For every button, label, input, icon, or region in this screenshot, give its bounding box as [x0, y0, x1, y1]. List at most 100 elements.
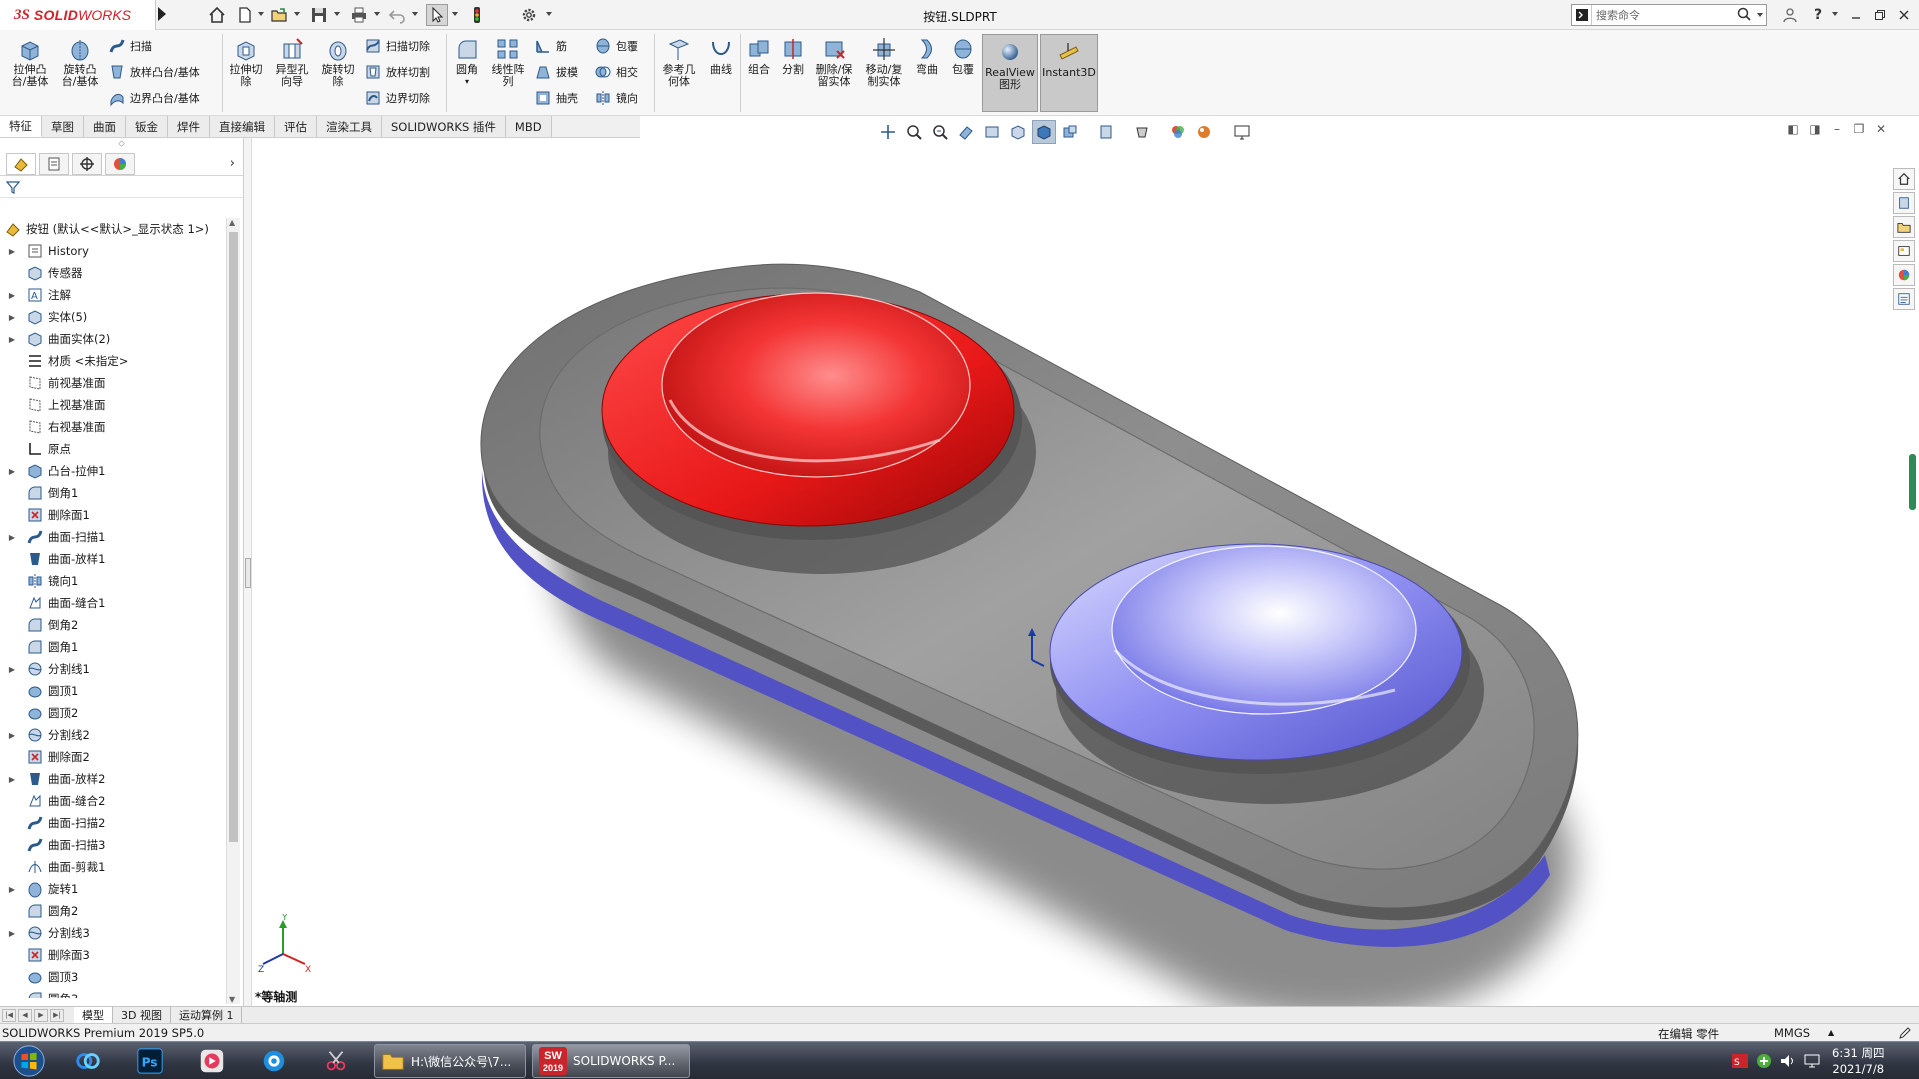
- options-dropdown-icon[interactable]: [546, 12, 552, 16]
- tree-item[interactable]: 倒角1: [0, 482, 226, 504]
- combine-button[interactable]: 组合: [744, 36, 774, 76]
- user-account-icon[interactable]: [1780, 5, 1800, 25]
- hide-show-items-icon[interactable]: [1058, 120, 1082, 144]
- boundary-boss-button[interactable]: 边界凸台/基体: [108, 87, 200, 109]
- revolve-boss-button[interactable]: 旋转凸 台/基体: [60, 36, 100, 88]
- swept-cut-button[interactable]: 扫描切除: [364, 35, 430, 57]
- graphics-area[interactable]: [252, 146, 1888, 1023]
- reference-geometry-button[interactable]: 参考几 何体: [658, 36, 700, 88]
- tree-item[interactable]: ▶ A 注解: [0, 284, 226, 306]
- viewport-tile-left-icon[interactable]: ◧: [1782, 122, 1804, 142]
- tree-item[interactable]: 原点: [0, 438, 226, 460]
- tab-render-tools[interactable]: 渲染工具: [317, 116, 382, 137]
- print-icon[interactable]: [348, 4, 370, 26]
- dynamic-annotation-icon[interactable]: [980, 120, 1004, 144]
- tree-item[interactable]: ▶ 曲面-扫描1: [0, 526, 226, 548]
- delete-keep-body-button[interactable]: 删除/保 留实体: [812, 36, 856, 88]
- draft-button[interactable]: 拔模: [534, 61, 578, 83]
- expand-arrow-icon[interactable]: ▶: [6, 665, 18, 674]
- appearances-scenes-icon[interactable]: [1893, 264, 1915, 286]
- expand-arrow-icon[interactable]: ▶: [6, 313, 18, 322]
- tree-item[interactable]: 圆角3: [0, 988, 226, 998]
- motion-study-tab[interactable]: 运动算例 1: [171, 1007, 243, 1023]
- tree-item[interactable]: 曲面-剪裁1: [0, 856, 226, 878]
- tree-item[interactable]: ▶ 分割线2: [0, 724, 226, 746]
- intersect-button[interactable]: 相交: [594, 61, 638, 83]
- tree-item[interactable]: 材质 <未指定>: [0, 350, 226, 372]
- viewport-restore-icon[interactable]: ❐: [1848, 122, 1870, 142]
- zoom-to-area-icon[interactable]: [902, 120, 926, 144]
- undo-dropdown-icon[interactable]: [412, 12, 418, 16]
- tree-filter[interactable]: [0, 176, 243, 198]
- tree-item[interactable]: 删除面1: [0, 504, 226, 526]
- tree-item[interactable]: 曲面-扫描2: [0, 812, 226, 834]
- solidworks-resources-icon[interactable]: [1893, 168, 1915, 190]
- expand-arrow-icon[interactable]: ▶: [6, 533, 18, 542]
- minimize-icon[interactable]: [1846, 5, 1866, 25]
- linear-pattern-button[interactable]: 线性阵列: [488, 36, 528, 88]
- prev-tab-nav-icon[interactable]: ◀: [18, 1008, 32, 1022]
- last-tab-nav-icon[interactable]: ▶|: [50, 1008, 64, 1022]
- view-palette-icon[interactable]: [1893, 240, 1915, 262]
- volume-icon[interactable]: [1778, 1051, 1798, 1071]
- help-button[interactable]: ?: [1808, 5, 1828, 25]
- tree-item[interactable]: 曲面-缝合2: [0, 790, 226, 812]
- model-tab[interactable]: 模型: [74, 1007, 113, 1023]
- tab-solidworks-addins[interactable]: SOLIDWORKS 插件: [382, 116, 506, 137]
- tree-item[interactable]: 前视基准面: [0, 372, 226, 394]
- viewport-close-icon[interactable]: ✕: [1870, 122, 1892, 142]
- system-clock[interactable]: 6:31 周四 2021/7/8: [1832, 1045, 1884, 1077]
- open-dropdown-icon[interactable]: [294, 12, 300, 16]
- select-dropdown-icon[interactable]: [452, 12, 458, 16]
- baidu-netdisk-icon[interactable]: [64, 1044, 112, 1078]
- extrude-boss-button[interactable]: 拉伸凸 台/基体: [10, 36, 50, 88]
- task-pane-slider[interactable]: [1909, 454, 1916, 510]
- print-dropdown-icon[interactable]: [374, 12, 380, 16]
- tree-item[interactable]: 圆顶3: [0, 966, 226, 988]
- tree-item[interactable]: 删除面2: [0, 746, 226, 768]
- expand-arrow-icon[interactable]: ▶: [6, 929, 18, 938]
- restore-icon[interactable]: [1870, 5, 1890, 25]
- media-player-icon[interactable]: [188, 1044, 236, 1078]
- panel-grip[interactable]: ⬦: [0, 138, 243, 152]
- realview-graphics-button[interactable]: RealView 图形: [982, 34, 1038, 112]
- rebuild-traffic-light-icon[interactable]: [466, 4, 488, 26]
- search-icon[interactable]: [1736, 6, 1754, 24]
- select-pointer-icon[interactable]: [426, 4, 448, 26]
- viewport-tile-right-icon[interactable]: ◨: [1804, 122, 1826, 142]
- displaymanager-tab-icon[interactable]: [105, 152, 135, 175]
- expand-arrow-icon[interactable]: ▶: [6, 731, 18, 740]
- command-search[interactable]: [1571, 4, 1767, 26]
- open-folder-icon[interactable]: [268, 4, 290, 26]
- display-style-shaded-icon[interactable]: [1032, 120, 1056, 144]
- 3d-views-tab[interactable]: 3D 视图: [113, 1007, 171, 1023]
- expand-arrow-icon[interactable]: ▶: [6, 291, 18, 300]
- curves-button[interactable]: 曲线: [704, 36, 738, 76]
- tree-item[interactable]: 右视基准面: [0, 416, 226, 438]
- section-view-icon[interactable]: [954, 120, 978, 144]
- tab-mbd[interactable]: MBD: [505, 116, 552, 137]
- security-shield-icon[interactable]: [1754, 1051, 1774, 1071]
- wrap-button[interactable]: 包覆: [594, 35, 638, 57]
- tree-item[interactable]: 圆顶1: [0, 680, 226, 702]
- expand-arrow-icon[interactable]: ▶: [6, 335, 18, 344]
- tree-item[interactable]: 曲面-扫描3: [0, 834, 226, 856]
- tree-item[interactable]: ▶ 分割线3: [0, 922, 226, 944]
- tab-direct-editing[interactable]: 直接编辑: [210, 116, 275, 137]
- scroll-down-icon[interactable]: ▼: [229, 995, 235, 1004]
- command-search-input[interactable]: [1592, 6, 1732, 24]
- tree-item[interactable]: 曲面-放样1: [0, 548, 226, 570]
- unit-system-dropdown-icon[interactable]: ▲: [1828, 1028, 1834, 1037]
- tab-weldments[interactable]: 焊件: [168, 116, 210, 137]
- view-settings-icon[interactable]: [1166, 120, 1190, 144]
- undo-icon[interactable]: [386, 4, 408, 26]
- expand-arrow-icon[interactable]: ▶: [6, 775, 18, 784]
- expand-arrow-icon[interactable]: ▶: [6, 467, 18, 476]
- solidworks-logo[interactable]: 3S SOLID WORKS: [0, 0, 156, 30]
- tree-item[interactable]: 圆角1: [0, 636, 226, 658]
- shell-button[interactable]: 抽壳: [534, 87, 578, 109]
- realview-scene-icon[interactable]: [1192, 120, 1216, 144]
- lofted-cut-button[interactable]: 放样切割: [364, 61, 430, 83]
- edit-appearance-icon[interactable]: [1094, 120, 1118, 144]
- boundary-cut-button[interactable]: 边界切除: [364, 87, 430, 109]
